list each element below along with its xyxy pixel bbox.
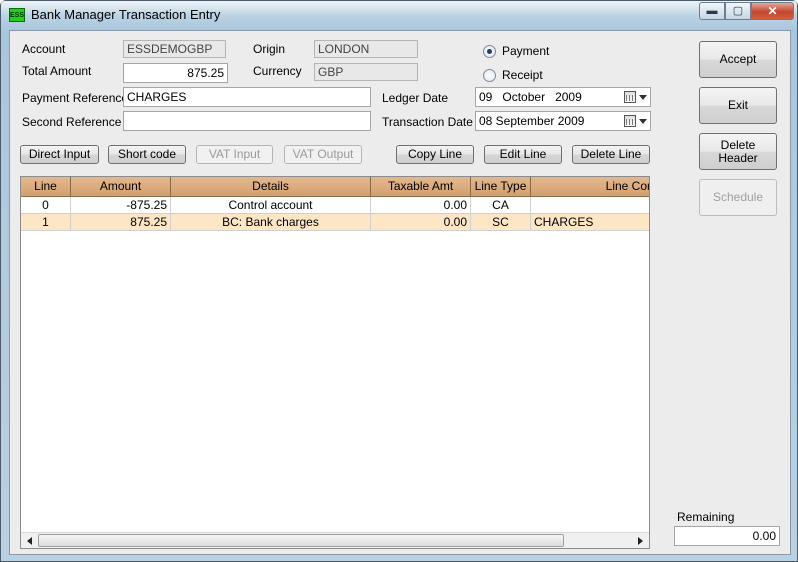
- app-logo-icon: ESS: [9, 8, 25, 22]
- second-reference-input[interactable]: [123, 111, 371, 131]
- origin-label: Origin: [253, 42, 286, 56]
- copy-line-button[interactable]: Copy Line: [396, 145, 474, 164]
- cell-line-comment[interactable]: CHARGES: [531, 214, 649, 231]
- edit-line-button[interactable]: Edit Line: [484, 145, 562, 164]
- chevron-down-icon[interactable]: [639, 119, 647, 124]
- accept-button[interactable]: Accept: [699, 41, 777, 78]
- app-window: ESS Bank Manager Transaction Entry ▬ ▢ ✕…: [0, 0, 798, 562]
- short-code-button[interactable]: Short code: [108, 145, 186, 164]
- currency-label: Currency: [253, 64, 302, 78]
- schedule-button[interactable]: Schedule: [699, 179, 777, 216]
- transaction-lines-grid[interactable]: Line Amount Details Taxable Amt Line Typ…: [20, 176, 650, 549]
- column-header-amount[interactable]: Amount: [71, 177, 171, 197]
- cell-line[interactable]: 0: [21, 197, 71, 214]
- column-header-line[interactable]: Line: [21, 177, 71, 197]
- exit-button[interactable]: Exit: [699, 87, 777, 124]
- account-label: Account: [22, 42, 66, 56]
- scroll-left-arrow-icon[interactable]: [27, 537, 32, 545]
- transaction-date-label: Transaction Date: [382, 115, 473, 129]
- delete-line-button[interactable]: Delete Line: [572, 145, 650, 164]
- close-button[interactable]: ✕: [751, 2, 794, 20]
- column-header-line-type[interactable]: Line Type: [471, 177, 531, 197]
- horizontal-scrollbar[interactable]: [21, 532, 649, 548]
- column-header-details[interactable]: Details: [171, 177, 371, 197]
- column-header-taxable-amt[interactable]: Taxable Amt: [371, 177, 471, 197]
- vat-output-button[interactable]: VAT Output: [284, 145, 362, 164]
- scrollbar-thumb[interactable]: [38, 534, 564, 547]
- cell-details[interactable]: BC: Bank charges: [171, 214, 371, 231]
- column-header-line-comment[interactable]: Line Comm: [531, 177, 649, 197]
- receipt-radio-label[interactable]: Receipt: [502, 68, 543, 82]
- ledger-date-month[interactable]: October: [502, 90, 545, 104]
- currency-field: GBP: [314, 63, 418, 81]
- cell-amount[interactable]: -875.25: [71, 197, 171, 214]
- payment-reference-label: Payment Reference: [22, 91, 129, 105]
- total-amount-label: Total Amount: [22, 64, 92, 78]
- cell-taxable-amt[interactable]: 0.00: [371, 197, 471, 214]
- remaining-label: Remaining: [677, 510, 735, 524]
- cell-line-comment[interactable]: [531, 197, 649, 214]
- table-row[interactable]: 0 -875.25 Control account 0.00 CA: [21, 197, 649, 214]
- payment-reference-input[interactable]: CHARGES: [123, 87, 371, 107]
- calendar-icon[interactable]: [624, 91, 636, 103]
- ledger-date-day[interactable]: 09: [479, 90, 492, 104]
- window-title: Bank Manager Transaction Entry: [31, 7, 221, 22]
- title-bar[interactable]: ESS Bank Manager Transaction Entry ▬ ▢ ✕: [1, 1, 797, 29]
- total-amount-input[interactable]: 875.25: [123, 63, 228, 83]
- client-area: Account ESSDEMOGBP Origin LONDON Payment…: [9, 30, 791, 555]
- cell-amount[interactable]: 875.25: [71, 214, 171, 231]
- scroll-right-arrow-icon[interactable]: [638, 537, 643, 545]
- delete-header-line1: Delete: [720, 137, 756, 152]
- cell-line-type[interactable]: CA: [471, 197, 531, 214]
- receipt-radio[interactable]: [483, 69, 496, 82]
- maximize-button[interactable]: ▢: [725, 2, 751, 20]
- delete-header-line2: Header: [718, 150, 758, 165]
- delete-header-button[interactable]: Delete Header: [699, 133, 777, 170]
- vat-input-button[interactable]: VAT Input: [196, 145, 273, 164]
- transaction-date-value[interactable]: 08 September 2009: [479, 114, 584, 128]
- cell-taxable-amt[interactable]: 0.00: [371, 214, 471, 231]
- second-reference-label: Second Reference: [22, 115, 122, 129]
- payment-radio[interactable]: [483, 45, 496, 58]
- transaction-date-picker[interactable]: 08 September 2009: [475, 111, 651, 131]
- calendar-icon[interactable]: [624, 115, 636, 127]
- ledger-date-year[interactable]: 2009: [555, 90, 582, 104]
- ledger-date-label: Ledger Date: [382, 91, 449, 105]
- table-row[interactable]: 1 875.25 BC: Bank charges 0.00 SC CHARGE…: [21, 214, 649, 231]
- payment-radio-label[interactable]: Payment: [502, 44, 549, 58]
- ledger-date-picker[interactable]: 09 October 2009: [475, 87, 651, 107]
- remaining-field: 0.00: [674, 526, 780, 546]
- direct-input-button[interactable]: Direct Input: [20, 145, 99, 164]
- minimize-button[interactable]: ▬: [699, 2, 725, 20]
- cell-line-type[interactable]: SC: [471, 214, 531, 231]
- account-field: ESSDEMOGBP: [123, 40, 226, 58]
- cell-line[interactable]: 1: [21, 214, 71, 231]
- chevron-down-icon[interactable]: [639, 95, 647, 100]
- cell-details[interactable]: Control account: [171, 197, 371, 214]
- origin-field: LONDON: [314, 40, 418, 58]
- grid-header: Line Amount Details Taxable Amt Line Typ…: [21, 177, 649, 197]
